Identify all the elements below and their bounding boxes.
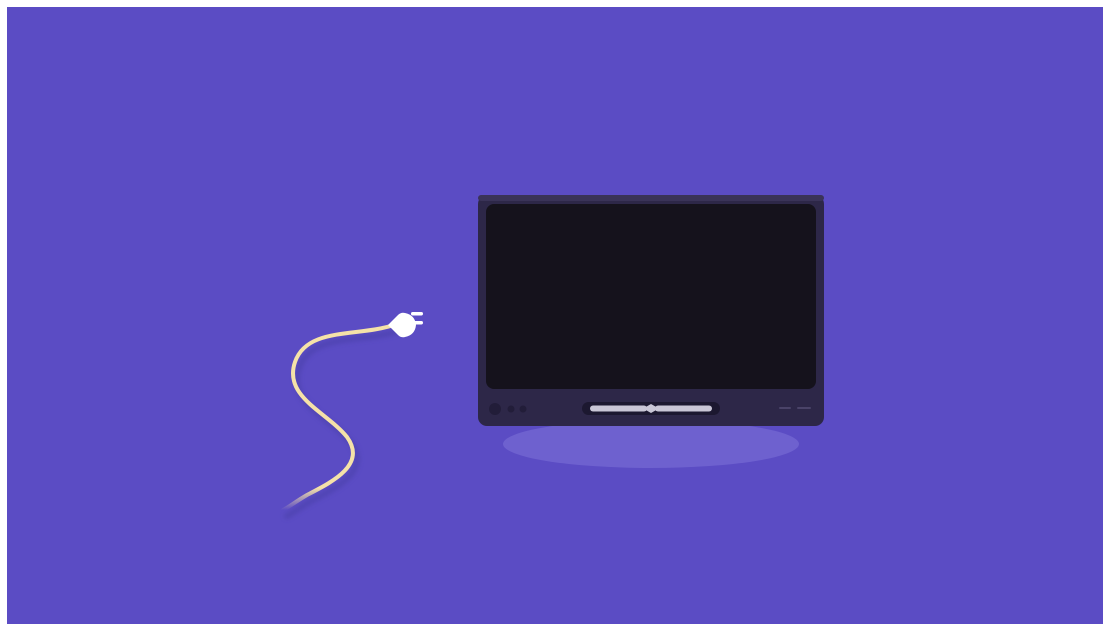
plug-prong <box>411 312 423 316</box>
plug-prong <box>411 321 423 325</box>
tv-indicator <box>779 407 791 409</box>
unplugged-cable-icon <box>281 312 423 519</box>
tv-indicator <box>797 407 811 409</box>
tv-screen <box>486 204 816 389</box>
unplugged-illustration <box>281 195 824 519</box>
tv-dial <box>489 403 501 415</box>
tv-icon <box>478 195 824 426</box>
tv-bezel-highlight <box>478 195 824 201</box>
tv-button <box>519 405 527 413</box>
tv-slot-bar <box>655 405 712 412</box>
illustration-canvas <box>7 7 1103 624</box>
tv-slot-bar <box>590 405 647 412</box>
tv-button <box>507 405 515 413</box>
cable-cord-shadow <box>284 328 401 519</box>
device-floor-shadow <box>503 420 799 468</box>
